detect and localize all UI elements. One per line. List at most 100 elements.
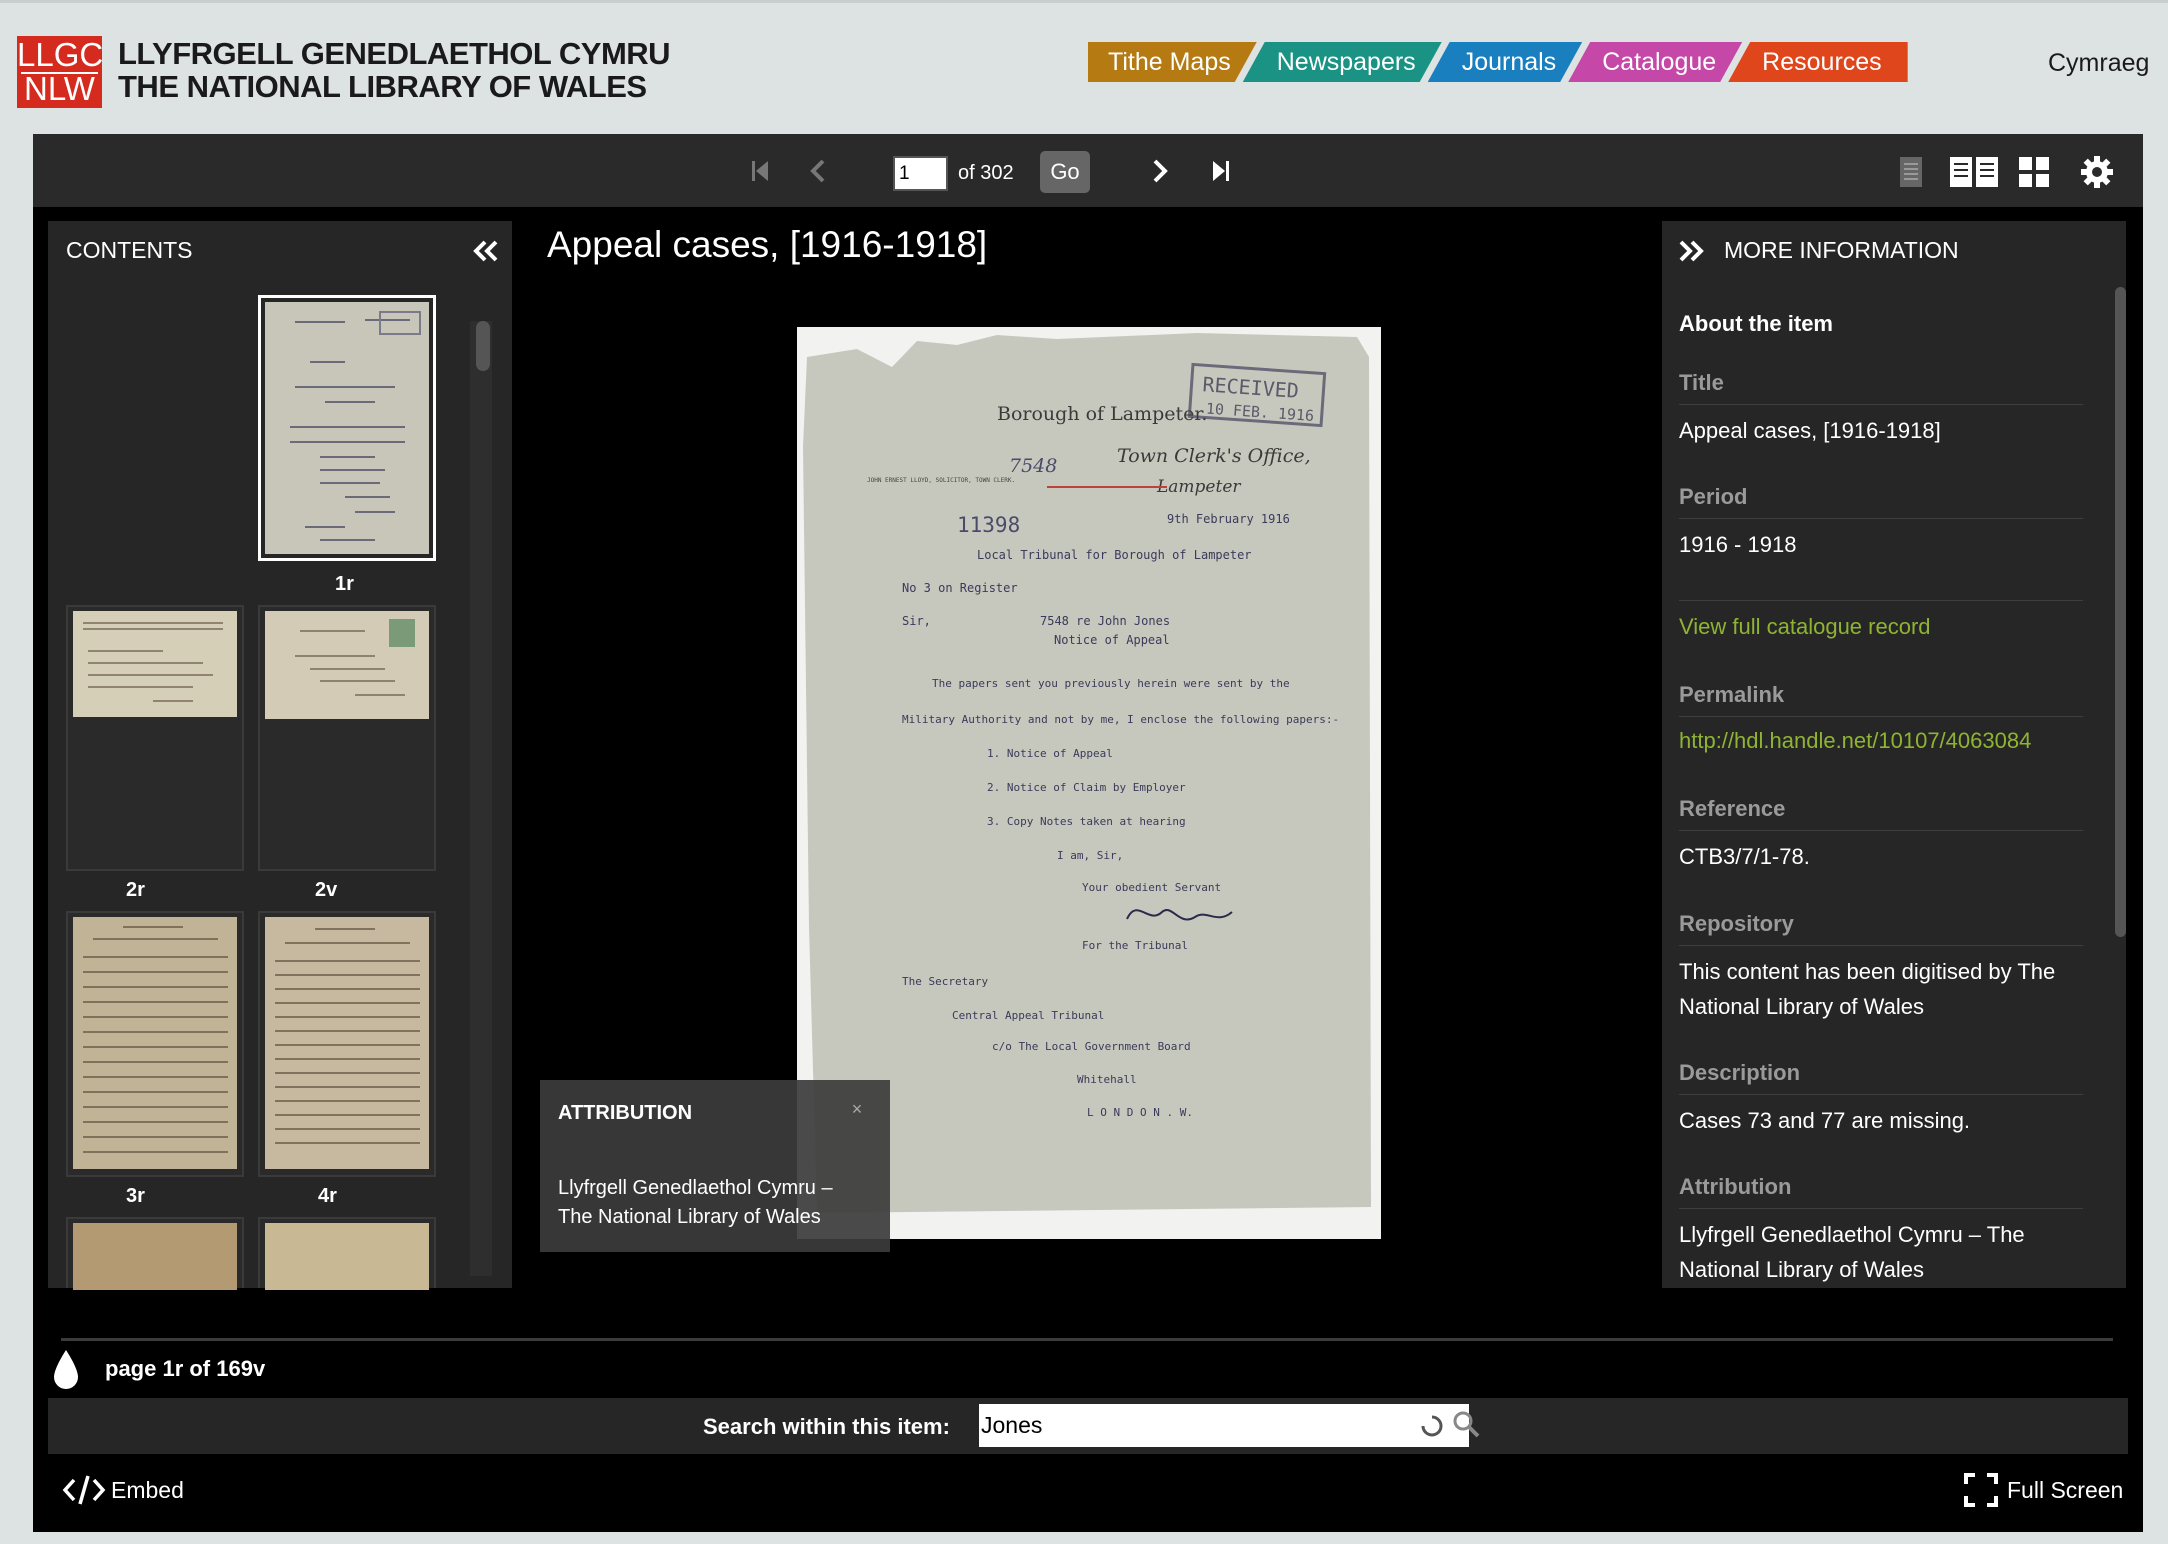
attribution-popup: ATTRIBUTION × Llyfrgell Genedlaethol Cym… — [540, 1080, 890, 1252]
thumbnail-image — [265, 302, 429, 554]
info-value-attribution: Llyfrgell Genedlaethol Cymru – The Natio… — [1679, 1222, 2025, 1282]
page-progress-track[interactable] — [61, 1338, 2113, 1341]
full-screen-button[interactable]: Full Screen — [1963, 1470, 2123, 1510]
page-number-input[interactable] — [893, 156, 948, 191]
more-information-panel: MORE INFORMATION About the item Title Ap… — [1662, 221, 2126, 1288]
info-value-period: 1916 - 1918 — [1679, 532, 1797, 557]
code-embed-icon — [62, 1475, 106, 1505]
info-value-description: Cases 73 and 77 are missing. — [1679, 1108, 1971, 1133]
letter-line-sir: Sir, — [902, 614, 931, 628]
contents-title: CONTENTS — [66, 237, 193, 263]
grid-view-icon[interactable] — [2016, 154, 2052, 190]
thumbnail-label: 2r — [126, 879, 145, 901]
view-catalogue-record-link[interactable]: View full catalogue record — [1679, 614, 1931, 640]
info-scroll-thumb[interactable] — [2115, 287, 2126, 937]
letter-central-appeal: Central Appeal Tribunal — [952, 1009, 1104, 1022]
thumbnail-2v[interactable] — [258, 605, 436, 871]
info-divider — [1679, 404, 2083, 405]
nav-tab-resources[interactable]: Resources — [1728, 42, 1908, 82]
thumbnail-partial[interactable] — [66, 1217, 244, 1290]
thumbnail-image — [265, 917, 429, 1169]
collapse-contents-icon[interactable] — [467, 233, 503, 269]
last-page-icon[interactable] — [1206, 156, 1236, 186]
letter-whitehall: Whitehall — [1077, 1073, 1137, 1086]
nav-tab-journals[interactable]: Journals — [1428, 42, 1583, 82]
attribution-text: Llyfrgell Genedlaethol Cymru – The Natio… — [558, 1177, 833, 1228]
page-count-label: of 302 — [958, 162, 1014, 184]
permalink-link[interactable]: http://hdl.handle.net/10107/4063084 — [1679, 728, 2031, 754]
info-divider — [1679, 1094, 2083, 1095]
handwritten-7548: 7548 — [1009, 455, 1057, 477]
nav-tab-tithe-maps[interactable]: Tithe Maps — [1088, 42, 1257, 82]
thumbnail-1r[interactable] — [258, 295, 436, 561]
letter-line-register: No 3 on Register — [902, 581, 1018, 595]
letter-paragraph-2: Military Authority and not by me, I encl… — [902, 713, 1339, 726]
item-viewer: of 302 Go CONTENTS — [33, 134, 2143, 1532]
close-icon[interactable]: × — [842, 1094, 872, 1124]
letter-i-am-sir: I am, Sir, — [1057, 849, 1123, 862]
fullscreen-icon — [1964, 1473, 1998, 1507]
collapse-info-icon[interactable] — [1674, 233, 1710, 269]
thumbnail-2r[interactable] — [66, 605, 244, 871]
settings-gear-icon[interactable] — [2077, 152, 2117, 192]
thumbnail-partial[interactable] — [258, 1217, 436, 1290]
letter-secretary: The Secretary — [902, 975, 988, 988]
search-within-input[interactable] — [979, 1404, 1469, 1447]
next-page-icon[interactable] — [1145, 156, 1175, 186]
site-name-welsh: LLYFRGELL GENEDLAETHOL CYMRU — [118, 36, 671, 71]
thumbnail-image — [73, 611, 237, 717]
info-divider — [1679, 716, 2083, 717]
nav-tab-newspapers[interactable]: Newspapers — [1243, 42, 1442, 82]
info-label-title: Title — [1679, 370, 1724, 395]
thumbnail-4r[interactable] — [258, 911, 436, 1177]
logo-line-1: LLGC — [17, 36, 104, 73]
contents-panel: CONTENTS 1r 2r 2v 3r 4r — [48, 221, 512, 1290]
info-label-repository: Repository — [1679, 911, 1794, 936]
nlw-logo[interactable]: LLGC NLW — [17, 36, 104, 108]
previous-page-icon[interactable] — [803, 156, 833, 186]
item-title: Appeal cases, [1916-1918] — [547, 224, 988, 265]
embed-button[interactable]: Embed — [61, 1470, 184, 1510]
info-divider — [1679, 830, 2083, 831]
language-switch-link[interactable]: Cymraeg — [2048, 43, 2149, 83]
search-within-label: Search within this item: — [703, 1414, 950, 1439]
search-icon[interactable] — [1451, 1409, 1481, 1439]
letterhead-solicitor: JOHN ERNEST LLOYD, SOLICITOR, TOWN CLERK… — [867, 477, 1015, 484]
thumbnail-image — [265, 611, 429, 719]
info-label-period: Period — [1679, 484, 1748, 509]
main-nav: Tithe Maps Newspapers Journals Catalogue… — [1088, 42, 1908, 82]
search-within-bar: Search within this item: — [48, 1398, 2128, 1454]
letter-obedient-servant: Your obedient Servant — [1082, 881, 1221, 894]
attribution-title: ATTRIBUTION — [558, 1102, 693, 1124]
info-scrollbar[interactable] — [2115, 287, 2126, 1277]
info-content: About the item Title Appeal cases, [1916… — [1662, 287, 2112, 1287]
letter-london: L O N D O N . W. — [1087, 1106, 1193, 1119]
site-header: LLGC NLW LLYFRGELL GENEDLAETHOL CYMRU TH… — [0, 0, 2168, 134]
info-label-reference: Reference — [1679, 796, 1786, 821]
thumbnail-3r[interactable] — [66, 911, 244, 1177]
letterhead-town-clerks: Town Clerk's Office, — [1117, 445, 1311, 467]
page-position-marker-icon[interactable] — [51, 1348, 81, 1392]
letter-item-1: 1. Notice of Appeal — [987, 747, 1113, 760]
info-divider — [1679, 600, 2083, 601]
two-page-view-icon[interactable] — [1948, 154, 2000, 190]
contents-scroll-thumb[interactable] — [476, 321, 490, 371]
first-page-icon[interactable] — [745, 156, 775, 186]
go-button[interactable]: Go — [1040, 151, 1090, 193]
info-value-repository: This content has been digitised by The N… — [1679, 959, 2056, 1019]
site-name[interactable]: LLYFRGELL GENEDLAETHOL CYMRU THE NATIONA… — [118, 36, 671, 103]
letter-for-tribunal: For the Tribunal — [1082, 939, 1188, 952]
nav-tab-catalogue[interactable]: Catalogue — [1568, 42, 1742, 82]
info-label-permalink: Permalink — [1679, 682, 1785, 707]
info-value-title: Appeal cases, [1916-1918] — [1679, 418, 1941, 443]
info-value-reference: CTB3/7/1-78. — [1679, 844, 1810, 869]
contents-scrollbar[interactable] — [470, 321, 492, 1276]
logo-line-2: NLW — [24, 70, 95, 107]
single-page-view-icon[interactable] — [1893, 154, 1929, 190]
info-label-attribution: Attribution — [1679, 1174, 1792, 1199]
info-divider — [1679, 518, 2083, 519]
letterhead-borough: Borough of Lampeter. — [997, 403, 1207, 425]
letter-line-notice: Notice of Appeal — [1054, 633, 1170, 647]
letter-local-government-board: c/o The Local Government Board — [992, 1040, 1191, 1053]
thumbnail-label: 2v — [315, 879, 338, 901]
